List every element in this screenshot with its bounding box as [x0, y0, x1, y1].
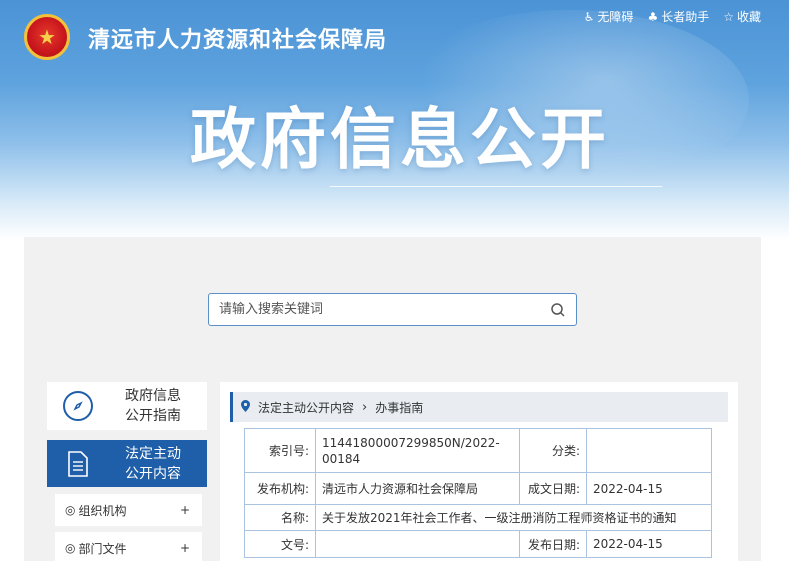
header-banner: ★ 清远市人力资源和社会保障局 ♿ 无障碍 ♣ 长者助手 ☆ 收藏 政府信息公开	[0, 0, 789, 240]
index-label: 索引号:	[244, 428, 316, 473]
breadcrumb-accent	[230, 392, 233, 422]
published-date-label: 发布日期:	[519, 530, 587, 558]
link-icon: ◎	[65, 541, 76, 555]
location-pin-icon	[241, 399, 250, 415]
hero-divider	[330, 186, 662, 187]
elder-helper-icon: ♣	[647, 9, 659, 24]
info-table: 索引号: 11441800007299850N/2022-00184 分类: 发…	[244, 428, 712, 558]
search-input[interactable]	[209, 294, 540, 325]
search-box	[208, 293, 577, 326]
national-emblem-icon: ★	[24, 14, 70, 60]
card-label-line2: 公开指南	[125, 408, 181, 424]
document-icon	[63, 449, 93, 479]
accessibility-icon: ♿	[583, 9, 595, 24]
top-links: ♿ 无障碍 ♣ 长者助手 ☆ 收藏	[584, 8, 761, 25]
index-value: 11441800007299850N/2022-00184	[315, 428, 520, 473]
created-date-label: 成文日期:	[519, 472, 587, 505]
docno-label: 文号:	[244, 530, 316, 558]
table-row: 索引号: 11441800007299850N/2022-00184 分类:	[244, 428, 712, 473]
breadcrumb-current[interactable]: 办事指南	[375, 399, 423, 416]
sidebar-card-disclosure-guide[interactable]: 政府信息 公开指南	[47, 382, 207, 430]
table-row: 名称: 关于发放2021年社会工作者、一级注册消防工程师资格证书的通知	[244, 504, 712, 531]
sidebar-item-label-wrap: ◎ 组织机构	[65, 502, 127, 519]
docno-value	[315, 530, 520, 558]
star-icon: ☆	[723, 9, 734, 24]
breadcrumb: 法定主动公开内容 › 办事指南	[230, 392, 728, 422]
elder-helper-link[interactable]: ♣ 长者助手	[647, 8, 709, 25]
category-value	[586, 428, 712, 473]
site-title[interactable]: 清远市人力资源和社会保障局	[88, 22, 387, 54]
breadcrumb-parent[interactable]: 法定主动公开内容	[258, 399, 354, 416]
favorite-label: 收藏	[736, 10, 761, 24]
table-row: 发布机构: 清远市人力资源和社会保障局 成文日期: 2022-04-15	[244, 472, 712, 505]
expand-icon[interactable]: +	[180, 541, 190, 555]
sidebar-item-label: 部门文件	[78, 541, 127, 556]
sidebar-item-organization[interactable]: ◎ 组织机构 +	[55, 494, 202, 526]
search-icon[interactable]	[540, 294, 576, 325]
created-date-value: 2022-04-15	[586, 472, 712, 505]
favorite-link[interactable]: ☆ 收藏	[723, 8, 761, 25]
table-row: 文号: 发布日期: 2022-04-15	[244, 530, 712, 558]
sidebar-item-label-wrap: ◎ 部门文件	[65, 540, 127, 557]
sidebar-item-label: 组织机构	[78, 503, 127, 518]
published-date-value: 2022-04-15	[586, 530, 712, 558]
category-label: 分类:	[519, 428, 587, 473]
publisher-value: 清远市人力资源和社会保障局	[315, 472, 520, 505]
name-label: 名称:	[244, 504, 316, 531]
link-icon: ◎	[65, 503, 76, 517]
card-label-line2: 公开内容	[125, 465, 181, 482]
hero-title: 政府信息公开	[190, 101, 610, 178]
accessibility-link[interactable]: ♿ 无障碍	[584, 8, 634, 25]
publisher-label: 发布机构:	[244, 472, 316, 505]
card-label-line1: 政府信息	[125, 388, 181, 404]
expand-icon[interactable]: +	[180, 503, 190, 517]
card-label-line1: 法定主动	[125, 445, 181, 462]
sidebar-card-statutory-content[interactable]: 法定主动 公开内容	[47, 440, 207, 487]
compass-icon	[63, 391, 93, 421]
sidebar-item-department-files[interactable]: ◎ 部门文件 +	[55, 532, 202, 561]
name-value: 关于发放2021年社会工作者、一级注册消防工程师资格证书的通知	[315, 504, 712, 531]
sidebar-card-label: 政府信息 公开指南	[125, 386, 181, 426]
accessibility-label: 无障碍	[597, 10, 634, 24]
sidebar-card-label: 法定主动 公开内容	[125, 444, 181, 484]
chevron-right-icon: ›	[362, 399, 368, 415]
elder-helper-label: 长者助手	[661, 10, 710, 24]
